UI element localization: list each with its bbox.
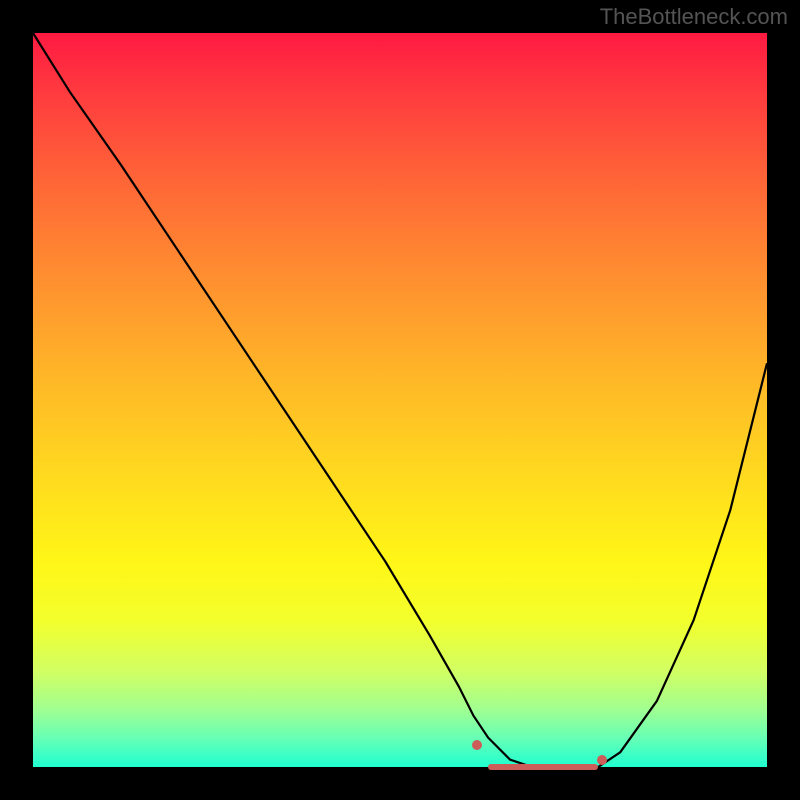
highlight-dot (597, 755, 607, 765)
highlight-dot (472, 740, 482, 750)
plot-area (33, 33, 767, 767)
watermark-text: TheBottleneck.com (600, 4, 788, 30)
bottleneck-curve (33, 33, 767, 767)
optimal-range-segment (488, 764, 598, 770)
